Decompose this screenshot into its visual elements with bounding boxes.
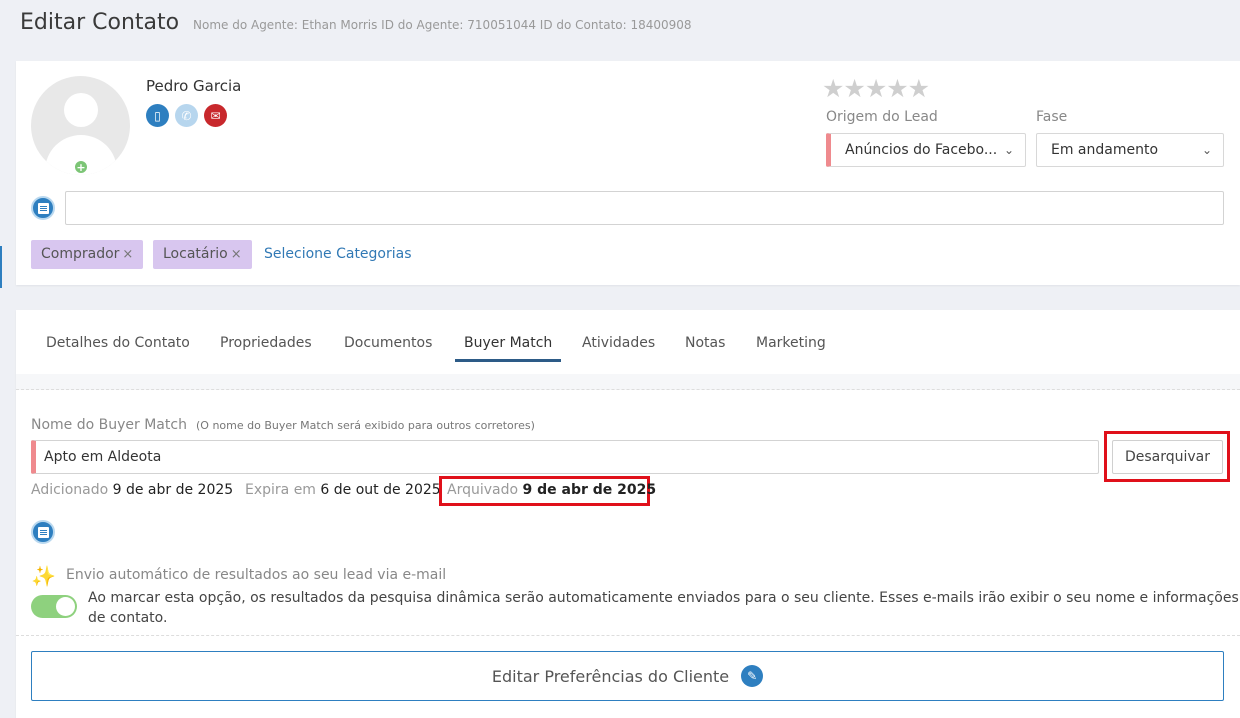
phase-select[interactable]: Em andamento ⌄: [1036, 133, 1224, 167]
sparkle-icon: ✨: [31, 564, 56, 588]
remove-tag-icon[interactable]: ×: [231, 247, 242, 262]
section-divider: [16, 635, 1240, 636]
tag-comprador: Comprador ×: [31, 240, 144, 269]
date-archived-value: 9 de abr de 2025: [522, 482, 657, 498]
buyer-match-name-note: (O nome do Buyer Match será exibido para…: [196, 419, 535, 432]
date-added: Adicionado 9 de abr de 2025: [31, 482, 233, 498]
rating-stars[interactable]: ★★★★★: [822, 74, 930, 103]
tag-label: Locatário: [163, 246, 228, 262]
date-expires: Expira em 6 de out de 2025: [245, 482, 441, 498]
remove-tag-icon[interactable]: ×: [122, 247, 133, 262]
tab-notes[interactable]: Notas: [685, 335, 725, 359]
tab-activities[interactable]: Atividades: [582, 335, 655, 359]
date-expires-label: Expira em: [245, 482, 316, 498]
contact-header-card: + Pedro Garcia ▯ ✆ ✉ ★★★★★ Origem do Lea…: [16, 61, 1240, 285]
auto-send-description: Ao marcar esta opção, os resultados da p…: [88, 590, 1239, 626]
email-icon[interactable]: ✉: [204, 104, 227, 127]
phone-call-icon[interactable]: ✆: [175, 104, 198, 127]
contact-note-input[interactable]: [65, 191, 1224, 225]
tag-label: Comprador: [41, 246, 120, 262]
edit-client-preferences-button[interactable]: Editar Preferências do Cliente ✎: [31, 651, 1224, 701]
add-photo-icon[interactable]: +: [74, 160, 88, 174]
date-archived: Arquivado 9 de abr de 2025: [447, 482, 656, 498]
lead-origin-select[interactable]: Anúncios do Facebo... ⌄: [826, 133, 1026, 167]
mobile-phone-icon[interactable]: ▯: [146, 104, 169, 127]
note-icon[interactable]: [31, 196, 55, 220]
avatar-head: [64, 93, 98, 127]
pencil-icon: ✎: [741, 665, 764, 687]
unarchive-highlight: Desarquivar: [1104, 431, 1230, 482]
tab-bar: Detalhes do Contato Propriedades Documen…: [16, 310, 1240, 374]
tag-locatario: Locatário ×: [153, 240, 252, 269]
tab-documents[interactable]: Documentos: [344, 335, 432, 359]
auto-send-label: Envio automático de resultados ao seu le…: [66, 567, 447, 583]
chevron-down-icon: ⌄: [1201, 143, 1212, 157]
page-meta: Nome do Agente: Ethan Morris ID do Agent…: [193, 18, 692, 32]
tab-divider: [16, 374, 1240, 390]
tab-properties[interactable]: Propriedades: [220, 335, 312, 359]
chevron-down-icon: ⌄: [1003, 143, 1014, 157]
auto-send-toggle[interactable]: [31, 595, 77, 618]
select-categories-link[interactable]: Selecione Categorias: [264, 246, 412, 262]
date-archived-label: Arquivado: [447, 482, 519, 498]
date-added-value: 9 de abr de 2025: [112, 482, 234, 498]
toggle-knob: [56, 597, 75, 616]
tab-contact-details[interactable]: Detalhes do Contato: [46, 335, 190, 359]
tab-marketing[interactable]: Marketing: [756, 335, 826, 359]
contact-name: Pedro Garcia: [146, 77, 242, 95]
lead-origin-label: Origem do Lead: [826, 109, 938, 125]
left-edge-indicator: [0, 246, 2, 288]
lead-origin-value: Anúncios do Facebo...: [845, 142, 998, 158]
page-title: Editar Contato: [20, 10, 180, 35]
tab-buyer-match[interactable]: Buyer Match: [455, 335, 562, 362]
buyer-match-name-label: Nome do Buyer Match: [31, 417, 187, 433]
phase-value: Em andamento: [1051, 142, 1159, 158]
buyer-match-card: Detalhes do Contato Propriedades Documen…: [16, 310, 1240, 718]
edit-preferences-label: Editar Preferências do Cliente: [491, 666, 730, 686]
date-added-label: Adicionado: [31, 482, 109, 498]
date-expires-value: 6 de out de 2025: [320, 482, 441, 498]
unarchive-button[interactable]: Desarquivar: [1112, 440, 1223, 474]
buyer-match-name-input[interactable]: Apto em Aldeota: [31, 440, 1099, 474]
note-icon[interactable]: [31, 520, 55, 544]
phase-label: Fase: [1036, 109, 1068, 125]
